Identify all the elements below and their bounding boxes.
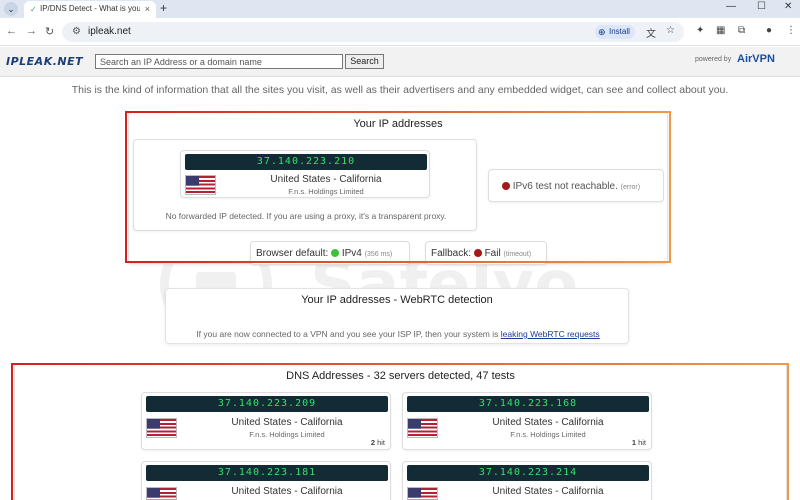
install-app-button[interactable]: ⊕ Install <box>595 25 635 39</box>
search-button[interactable]: Search <box>345 54 384 69</box>
address-bar[interactable]: ⚙ ipleak.net ⊕ Install 文 ☆ <box>62 22 684 42</box>
browser-default-card: Browser default: IPv4 (356 ms) <box>250 241 410 265</box>
browser-default-value: IPv4 <box>341 248 362 259</box>
dns-server-card: 37.140.223.168 United States - Californi… <box>402 392 652 450</box>
dns-server-location: United States - California <box>231 417 343 428</box>
dns-server-card: 37.140.223.214 United States - Californi… <box>402 461 652 500</box>
bookmark-star-icon[interactable]: ☆ <box>666 25 675 36</box>
dns-server-card: 37.140.223.181 United States - Californi… <box>141 461 391 500</box>
ipv6-status-text: IPv6 test not reachable. <box>512 181 618 192</box>
translate-icon[interactable]: 文 <box>646 25 656 40</box>
dns-server-isp: F.n.s. Holdings Limited <box>510 430 586 439</box>
webrtc-leak-link[interactable]: leaking WebRTC requests <box>501 329 600 339</box>
us-flag-icon <box>146 418 177 438</box>
dns-server-ip: 37.140.223.209 <box>146 396 388 412</box>
dns-panel-title: DNS Addresses - 32 servers detected, 47 … <box>286 370 515 382</box>
ipv4-location: United States - California <box>270 174 382 185</box>
reload-icon[interactable]: ↻ <box>45 25 54 38</box>
webrtc-note: If you are now connected to a VPN and yo… <box>196 329 499 339</box>
ipv4-address: 37.140.223.210 <box>185 154 427 170</box>
site-info-icon[interactable]: ⚙ <box>72 26 81 37</box>
maximize-icon[interactable]: ☐ <box>757 1 766 12</box>
browser-toolbar: ← → ↻ ⚙ ipleak.net ⊕ Install 文 ☆ ✦ ▦ ⧉ ●… <box>0 18 800 46</box>
extension-puzzle-icon[interactable]: ✦ <box>696 25 704 36</box>
back-arrow-icon[interactable]: ← <box>6 25 17 37</box>
browser-tab-bar: ⌄ ✓ IP/DNS Detect - What is your IP × + … <box>0 0 800 18</box>
menu-kebab-icon[interactable]: ⋮ <box>786 25 796 36</box>
ip-search-input[interactable] <box>95 54 343 69</box>
fallback-status-dot <box>473 249 482 257</box>
dns-server-location: United States - California <box>231 486 343 497</box>
fallback-label: Fallback: <box>431 248 472 259</box>
dns-server-hits: 2 hit <box>370 438 385 447</box>
ipv4-isp: F.n.s. Holdings Limited <box>288 187 364 196</box>
powered-by-label: powered by <box>695 56 732 63</box>
window-close-icon[interactable]: ✕ <box>784 1 792 12</box>
ip-panel-title: Your IP addresses <box>353 118 443 130</box>
us-flag-icon <box>407 418 438 438</box>
dns-server-ip: 37.140.223.168 <box>407 396 649 412</box>
ipv6-card: IPv6 test not reachable. (error) <box>488 169 664 202</box>
forwarded-ip-note: No forwarded IP detected. If you are usi… <box>165 211 447 221</box>
ip-addresses-panel: Your IP addresses 37.140.223.210 United … <box>128 112 668 265</box>
dns-panel: DNS Addresses - 32 servers detected, 47 … <box>14 364 787 500</box>
fallback-note: (timeout) <box>503 251 532 258</box>
dns-server-card: 37.140.223.209 United States - Californi… <box>141 392 391 450</box>
media-icon[interactable]: ▦ <box>716 25 725 36</box>
tab-favicon-icon: ✓ <box>30 5 37 14</box>
dns-server-isp: F.n.s. Holdings Limited <box>249 430 325 439</box>
tab-close-icon[interactable]: × <box>145 4 150 14</box>
intro-text: This is the kind of information that all… <box>71 84 729 96</box>
dns-server-ip: 37.140.223.181 <box>146 465 388 481</box>
browser-default-status-dot <box>331 249 340 257</box>
fallback-card: Fallback: Fail (timeout) <box>425 241 547 265</box>
webrtc-panel-title: Your IP addresses - WebRTC detection <box>301 294 493 306</box>
us-flag-icon <box>146 487 177 500</box>
ipv4-address-card: 37.140.223.210 United States - Californi… <box>180 150 430 198</box>
dns-server-location: United States - California <box>492 486 604 497</box>
dns-server-ip: 37.140.223.214 <box>407 465 649 481</box>
ipleak-logo[interactable]: IPLEAK.NET <box>6 55 83 68</box>
browser-tab[interactable]: ✓ IP/DNS Detect - What is your IP × <box>24 1 156 18</box>
airvpn-logo[interactable]: AirVPN <box>737 53 775 65</box>
ipv4-card: 37.140.223.210 United States - Californi… <box>133 139 477 231</box>
tab-title: IP/DNS Detect - What is your IP <box>40 4 140 13</box>
us-flag-icon <box>185 175 216 195</box>
webrtc-panel: Your IP addresses - WebRTC detection If … <box>165 288 629 344</box>
site-header: IPLEAK.NET Search powered by AirVPN <box>0 47 800 77</box>
ipv6-status-dot <box>502 182 510 190</box>
fallback-value: Fail <box>484 248 501 259</box>
us-flag-icon <box>407 487 438 500</box>
url-text[interactable]: ipleak.net <box>88 26 131 37</box>
ipv6-error-note: (error) <box>620 184 641 191</box>
install-icon: ⊕ <box>598 27 606 37</box>
extensions-icon[interactable]: ⧉ <box>738 25 745 36</box>
profile-icon[interactable]: ● <box>766 25 772 36</box>
browser-default-time: (356 ms) <box>364 251 393 258</box>
forward-arrow-icon[interactable]: → <box>26 25 37 37</box>
browser-default-label: Browser default: <box>256 248 329 259</box>
dns-server-location: United States - California <box>492 417 604 428</box>
minimize-icon[interactable]: — <box>726 1 736 12</box>
new-tab-button[interactable]: + <box>160 1 167 15</box>
dns-server-hits: 1 hit <box>631 438 646 447</box>
tab-search-chevron-icon[interactable]: ⌄ <box>4 2 18 16</box>
